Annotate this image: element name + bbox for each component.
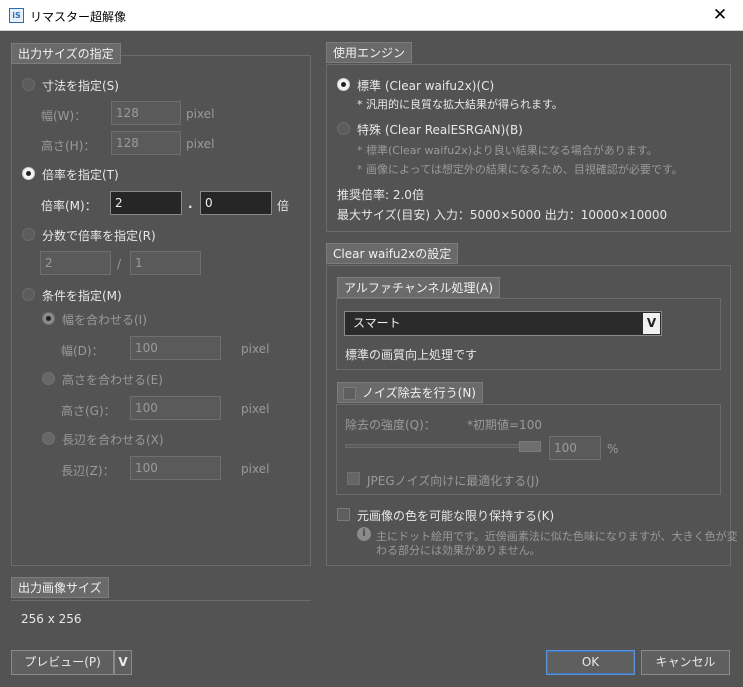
keep-color-label[interactable]: 元画像の色を可能な限り保持する(K) (357, 507, 554, 524)
keep-color-checkbox[interactable] (337, 508, 350, 521)
fit-width-radio[interactable] (42, 312, 55, 325)
width-input[interactable]: 128 (111, 101, 181, 125)
fit-height-label[interactable]: 高さを合わせる(E) (62, 371, 163, 388)
output-image-size-title: 出力画像サイズ (11, 577, 109, 598)
app-icon: iS (9, 8, 24, 23)
recommended-scale: 推奨倍率: 2.0倍 (337, 188, 424, 202)
fit-width-unit: pixel (241, 342, 270, 356)
fit-long-side-input[interactable]: 100 (130, 456, 221, 480)
width-label: 幅(W)： (41, 109, 87, 123)
noise-strength-label: 除去の強度(Q)： (345, 418, 436, 432)
scale-decimal-dot: . (188, 197, 193, 211)
window-title: リマスター超解像 (30, 10, 127, 24)
height-label: 高さ(H)： (41, 139, 96, 153)
fit-width-input[interactable]: 100 (130, 336, 221, 360)
denominator-input[interactable]: 1 (130, 251, 201, 275)
info-icon: i (357, 527, 371, 541)
ok-button[interactable]: OK (546, 650, 635, 675)
noise-strength-slider-thumb[interactable] (519, 441, 541, 452)
dimension-mode-label[interactable]: 寸法を指定(S) (42, 77, 119, 94)
scale-integer-input[interactable]: 2 (110, 191, 182, 215)
fit-long-side-field-label: 長辺(Z)： (61, 464, 115, 478)
alpha-channel-title: アルファチャンネル処理(A) (337, 277, 501, 298)
noise-default-note: *初期値=100 (467, 418, 542, 432)
alpha-channel-select[interactable]: スマート V (344, 311, 662, 336)
height-unit: pixel (186, 137, 215, 151)
waifu-settings-title: Clear waifu2xの設定 (326, 243, 459, 264)
preview-button[interactable]: プレビュー(P) (11, 650, 114, 675)
condition-mode-radio[interactable] (22, 288, 35, 301)
dimension-mode-radio[interactable] (22, 78, 35, 91)
condition-mode-label[interactable]: 条件を指定(M) (42, 287, 122, 304)
keep-color-note-2: わる部分には効果がありません。 (376, 544, 541, 557)
output-size-title: 出力サイズの指定 (11, 43, 121, 64)
cancel-button[interactable]: キャンセル (641, 650, 730, 675)
alpha-channel-description: 標準の画質向上処理です (345, 348, 478, 362)
scale-fraction-input[interactable]: 0 (200, 191, 272, 215)
noise-strength-input[interactable]: 100 (549, 436, 601, 460)
engine-special-note-2: * 画像によっては想定外の結果になるため、目視確認が必要です。 (357, 163, 683, 176)
engine-standard-radio[interactable] (337, 78, 350, 91)
jpeg-optimize-checkbox[interactable] (347, 472, 360, 485)
fit-height-input[interactable]: 100 (130, 396, 221, 420)
max-size: 最大サイズ(目安) 入力：5000×5000 出力：10000×10000 (337, 208, 668, 222)
alpha-channel-selected: スマート (353, 316, 401, 330)
fraction-slash: / (117, 257, 122, 271)
height-input[interactable]: 128 (111, 131, 181, 155)
fit-long-side-label[interactable]: 長辺を合わせる(X) (62, 431, 164, 448)
numerator-input[interactable]: 2 (40, 251, 111, 275)
noise-strength-slider[interactable] (345, 444, 541, 448)
engine-special-label[interactable]: 特殊 (Clear RealESRGAN)(B) (357, 121, 523, 138)
noise-removal-header: ノイズ除去を行う(N) (337, 382, 483, 403)
noise-removal-title[interactable]: ノイズ除去を行う(N) (362, 386, 476, 400)
fit-height-unit: pixel (241, 402, 270, 416)
fit-height-field-label: 高さ(G)： (61, 404, 116, 418)
fit-width-label[interactable]: 幅を合わせる(I) (62, 311, 147, 328)
title-bar: iS リマスター超解像 ✕ (0, 0, 743, 31)
fit-height-radio[interactable] (42, 372, 55, 385)
jpeg-optimize-label[interactable]: JPEGノイズ向けに最適化する(J) (367, 472, 539, 489)
scale-field-label: 倍率(M)： (41, 199, 97, 213)
close-icon[interactable]: ✕ (697, 0, 743, 31)
fit-long-side-radio[interactable] (42, 432, 55, 445)
output-image-size-value: 256 x 256 (21, 612, 82, 626)
fit-long-side-unit: pixel (241, 462, 270, 476)
engine-standard-label[interactable]: 標準 (Clear waifu2x)(C) (357, 77, 494, 94)
fraction-mode-label[interactable]: 分数で倍率を指定(R) (42, 227, 156, 244)
engine-special-note-1: * 標準(Clear waifu2x)より良い結果になる場合があります。 (357, 144, 658, 157)
scale-unit: 倍 (277, 199, 290, 213)
engine-standard-note: * 汎用的に良質な拡大結果が得られます。 (357, 98, 563, 111)
chevron-down-icon: V (118, 655, 128, 669)
scale-mode-radio[interactable] (22, 167, 35, 180)
noise-removal-checkbox[interactable] (343, 387, 356, 400)
engine-special-radio[interactable] (337, 122, 350, 135)
preview-dropdown-button[interactable]: V (114, 650, 132, 675)
width-unit: pixel (186, 107, 215, 121)
engine-title: 使用エンジン (326, 42, 413, 63)
chevron-down-icon[interactable]: V (643, 313, 660, 334)
noise-strength-unit: % (607, 442, 619, 456)
fraction-mode-radio[interactable] (22, 228, 35, 241)
fit-width-field-label: 幅(D)： (61, 344, 104, 358)
scale-mode-label[interactable]: 倍率を指定(T) (42, 166, 119, 183)
preview-button-label: プレビュー(P) (24, 655, 101, 669)
